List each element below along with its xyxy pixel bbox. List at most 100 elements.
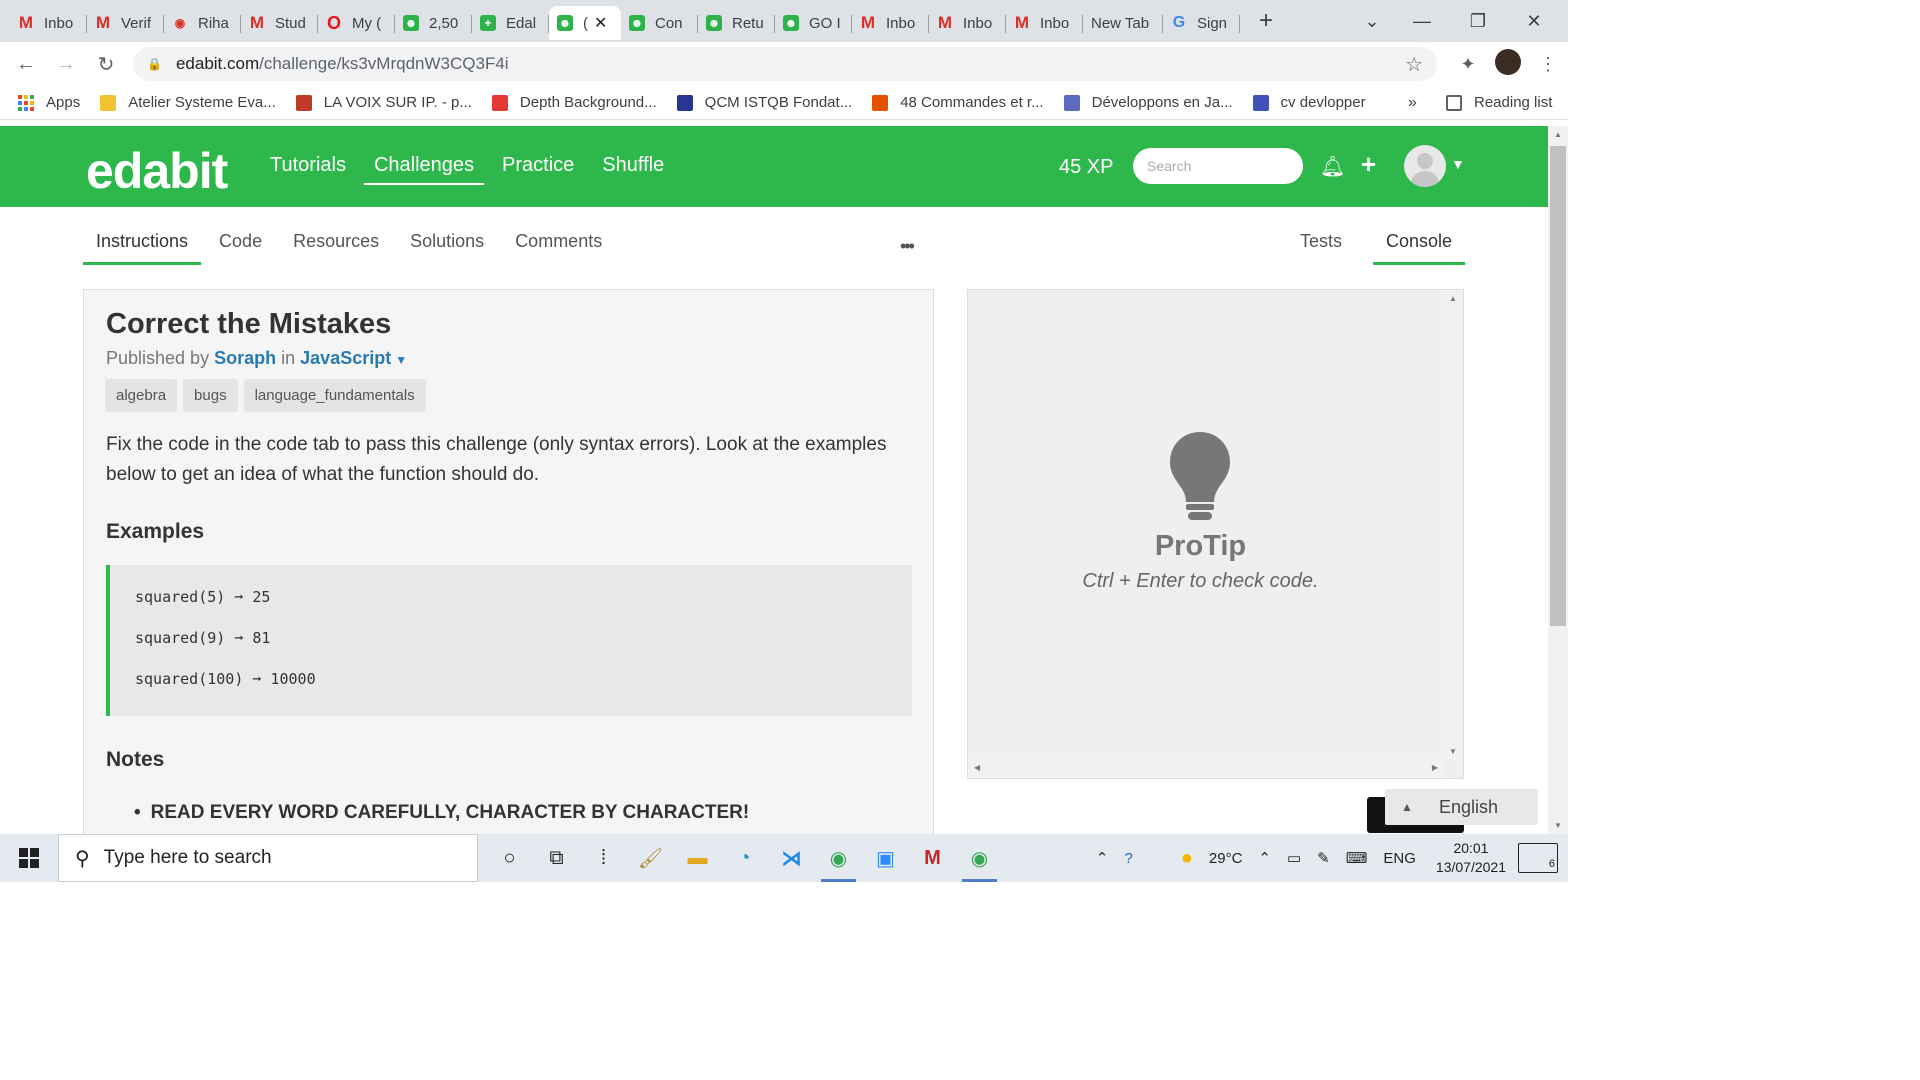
show-hidden-icons-icon[interactable]: ⌃ xyxy=(1096,849,1109,867)
browser-tab[interactable]: ☻ 2,50 xyxy=(395,6,472,40)
clock[interactable]: 20:01 13/07/2021 xyxy=(1436,839,1506,877)
bookmark-item[interactable]: Atelier Systeme Eva... xyxy=(100,94,276,111)
pen-icon[interactable]: ✎ xyxy=(1317,849,1330,867)
minimize-icon[interactable]: — xyxy=(1394,11,1450,32)
scroll-right-icon[interactable]: ▶ xyxy=(1432,763,1438,772)
edabit-logo[interactable]: edabit xyxy=(86,142,228,200)
menu-kebab-icon[interactable]: ⋮ xyxy=(1528,54,1568,75)
close-tab-icon[interactable]: ✕ xyxy=(594,13,607,33)
browser-tab[interactable]: M Stud xyxy=(241,6,318,40)
scrollbar-thumb[interactable] xyxy=(1550,146,1566,626)
new-tab-icon[interactable]: + xyxy=(1246,7,1286,35)
bookmark-item[interactable]: LA VOIX SUR IP. - p... xyxy=(295,94,472,111)
tag-algebra[interactable]: algebra xyxy=(105,379,178,412)
temperature[interactable]: 29°C xyxy=(1209,850,1243,867)
keyboard-icon[interactable]: ⌨ xyxy=(1346,849,1368,867)
bell-icon[interactable]: 🔔︎ xyxy=(1320,154,1345,179)
tray-chevron-icon[interactable]: ⌃ xyxy=(1258,849,1271,867)
bookmark-item[interactable]: Depth Background... xyxy=(491,94,657,111)
scroll-down-icon[interactable]: ▼ xyxy=(1554,821,1562,830)
more-options-icon[interactable]: ••• xyxy=(900,236,915,257)
bookmark-item[interactable]: cv devlopper xyxy=(1252,94,1366,111)
bookmark-item[interactable]: Développons en Ja... xyxy=(1063,94,1233,111)
browser-tab[interactable]: M Inbo xyxy=(852,6,929,40)
profile-avatar[interactable] xyxy=(1488,48,1528,80)
bookmark-item[interactable]: Apps xyxy=(18,94,80,111)
plus-icon[interactable]: + xyxy=(1361,149,1376,180)
reading-list-button[interactable]: Reading list xyxy=(1446,94,1552,111)
edge-icon[interactable]: ◔ xyxy=(721,834,768,882)
console-vertical-scrollbar[interactable]: ▲ ▼ xyxy=(1443,290,1463,760)
windows-start-icon[interactable] xyxy=(0,834,58,882)
browser-tab[interactable]: ☻ Con xyxy=(621,6,698,40)
forward-icon[interactable]: → xyxy=(46,53,86,76)
tab-instructions[interactable]: Instructions xyxy=(83,223,202,265)
tag-language_fundamentals[interactable]: language_fundamentals xyxy=(243,379,426,412)
browser-tab[interactable]: M Inbo xyxy=(929,6,1006,40)
chevron-down-icon[interactable]: ▼ xyxy=(1451,156,1465,172)
browser-tab[interactable]: ☻ (✕ xyxy=(549,6,621,40)
chrome-icon[interactable]: ◉ xyxy=(815,834,862,882)
tab-resources[interactable]: Resources xyxy=(280,223,392,265)
task-view-icon[interactable]: ⧉ xyxy=(533,834,580,882)
taskbar-search-box[interactable]: ⚲ Type here to search xyxy=(58,834,478,882)
chevron-up-icon[interactable]: ▲ xyxy=(1385,800,1429,814)
paint-icon[interactable]: 🖌︎ xyxy=(627,834,674,882)
vscode-icon[interactable]: ⋊ xyxy=(768,834,815,882)
browser-tab[interactable]: M Inbo xyxy=(1006,6,1083,40)
tab-code[interactable]: Code xyxy=(206,223,275,265)
address-bar[interactable]: 🔒 edabit.com/challenge/ks3vMrqdnW3CQ3F4i… xyxy=(133,47,1437,81)
browser-tab[interactable]: M Inbo xyxy=(10,6,87,40)
bookmark-star-icon[interactable]: ☆ xyxy=(1405,52,1423,77)
nav-tutorials[interactable]: Tutorials xyxy=(270,154,346,185)
nav-shuffle[interactable]: Shuffle xyxy=(602,154,664,185)
nav-practice[interactable]: Practice xyxy=(502,154,574,185)
zoom-icon[interactable]: ▣ xyxy=(862,834,909,882)
scroll-up-icon[interactable]: ▲ xyxy=(1449,294,1457,303)
scroll-left-icon[interactable]: ◀ xyxy=(974,763,980,772)
chrome-profile-icon[interactable]: ◉ xyxy=(956,834,1003,882)
restore-icon[interactable]: ❐ xyxy=(1450,11,1506,32)
console-horizontal-scrollbar[interactable]: ◀ ▶ xyxy=(968,758,1444,778)
browser-tab[interactable]: G Sign xyxy=(1163,6,1240,40)
help-icon[interactable]: ? xyxy=(1124,850,1132,867)
language-selector[interactable]: ▲ English xyxy=(1385,789,1538,825)
input-language[interactable]: ENG xyxy=(1383,850,1416,867)
notifications-icon[interactable]: 6 xyxy=(1518,843,1558,873)
cortana-icon[interactable]: ○ xyxy=(486,834,533,882)
browser-tab[interactable]: M Verif xyxy=(87,6,164,40)
browser-tab[interactable]: ☻ Retu xyxy=(698,6,775,40)
tab-tests[interactable]: Tests xyxy=(1287,223,1355,265)
bookmark-item[interactable]: QCM ISTQB Fondat... xyxy=(676,94,852,111)
bookmark-item[interactable]: 48 Commandes et r... xyxy=(872,94,1044,111)
tab-search-icon[interactable]: ⌄ xyxy=(1350,11,1394,32)
lock-icon[interactable]: 🔒 xyxy=(147,57,162,71)
browser-tab[interactable]: + Edal xyxy=(472,6,549,40)
browser-tab[interactable]: ◉ Riha xyxy=(164,6,241,40)
extensions-icon[interactable]: ✦ xyxy=(1448,54,1488,75)
page-scrollbar[interactable]: ▲ ▼ xyxy=(1548,126,1568,834)
tag-bugs[interactable]: bugs xyxy=(183,379,238,412)
scroll-up-icon[interactable]: ▲ xyxy=(1554,130,1562,139)
user-avatar[interactable] xyxy=(1404,145,1446,187)
file-explorer-icon[interactable]: ▬ xyxy=(674,834,721,882)
mcafee-icon[interactable]: M xyxy=(909,834,956,882)
reload-icon[interactable]: ↻ xyxy=(86,52,126,77)
browser-tab[interactable]: O My ( xyxy=(318,6,395,40)
weather-sun-icon[interactable]: ● xyxy=(1181,847,1193,870)
close-window-icon[interactable]: ✕ xyxy=(1506,11,1562,32)
tab-console[interactable]: Console xyxy=(1373,223,1466,265)
scroll-down-icon[interactable]: ▼ xyxy=(1449,747,1457,756)
author-link[interactable]: Soraph xyxy=(214,348,276,368)
nav-challenges[interactable]: Challenges xyxy=(363,154,485,185)
site-search-input[interactable] xyxy=(1133,148,1303,184)
chevron-down-icon[interactable]: ▼ xyxy=(395,353,407,367)
tab-solutions[interactable]: Solutions xyxy=(397,223,497,265)
more-bookmarks-icon[interactable]: » xyxy=(1408,94,1417,112)
tab-comments[interactable]: Comments xyxy=(502,223,615,265)
browser-tab[interactable]: New Tab xyxy=(1083,6,1163,40)
back-icon[interactable]: ← xyxy=(6,53,46,76)
battery-icon[interactable]: ▭ xyxy=(1287,849,1301,867)
language-dropdown[interactable]: JavaScript xyxy=(300,348,391,368)
browser-tab[interactable]: ☻ GO I xyxy=(775,6,852,40)
